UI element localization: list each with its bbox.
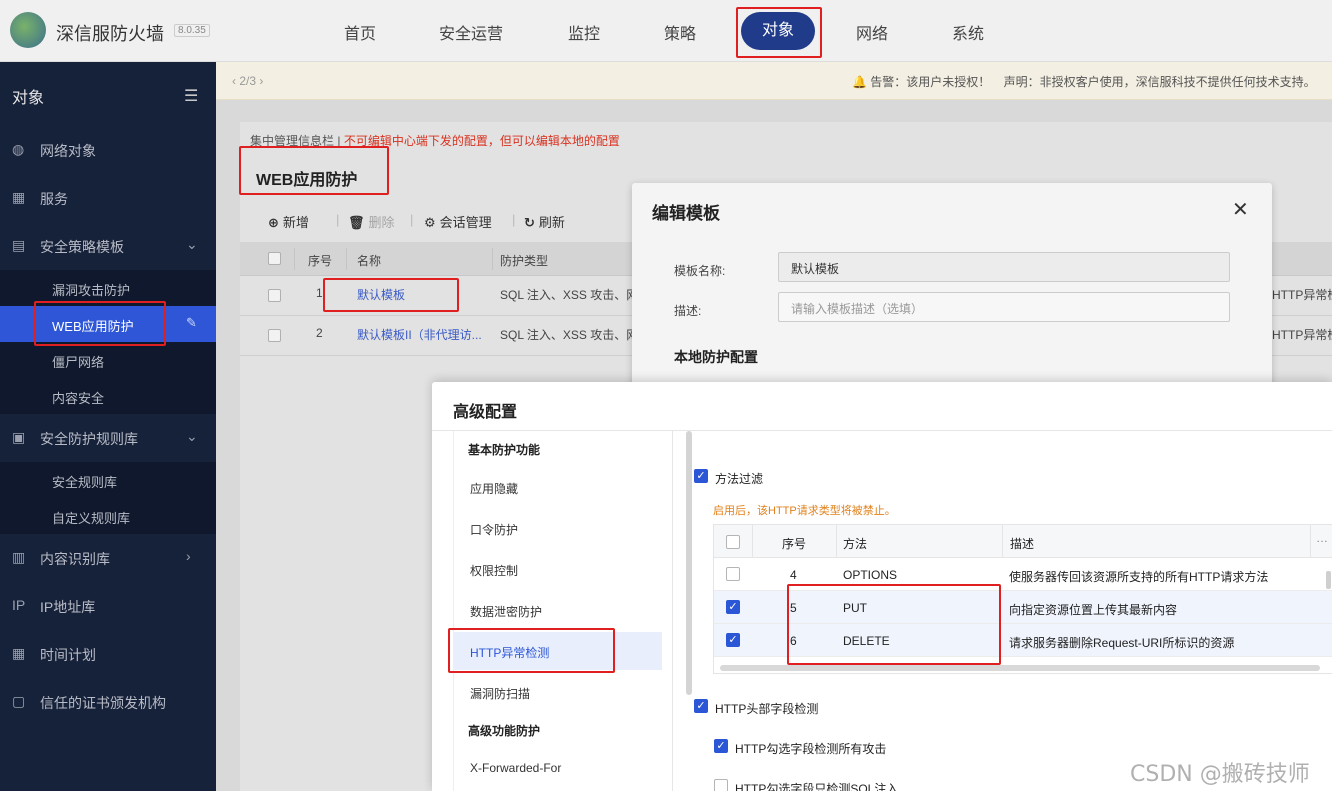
rules-icon: ▣ [12, 429, 26, 445]
highlight-box [239, 146, 389, 195]
sidebar-item-rule-library[interactable]: ▣ 安全防护规则库 ⌄ [0, 418, 216, 458]
watermark: CSDN @搬砖技师 [1130, 762, 1310, 787]
template-name-input[interactable]: 默认模板 [778, 252, 1230, 282]
row-checkbox[interactable] [268, 289, 281, 302]
close-icon[interactable]: ✕ [1232, 197, 1249, 222]
content-icon: ▥ [12, 549, 26, 565]
nav-data-leak[interactable]: 数据泄密防护 [454, 591, 662, 629]
check-sql-only-checkbox[interactable] [714, 779, 728, 791]
sidebar-item-schedule[interactable]: ▦ 时间计划 [0, 634, 216, 674]
nav-system[interactable]: 系统 [952, 20, 984, 44]
globe-icon: ◍ [12, 141, 25, 157]
nav-x-forwarded-for[interactable]: X-Forwarded-For [454, 749, 662, 787]
chevron-down-icon: ⌄ [186, 428, 198, 444]
delete-button[interactable]: 🗑 删除 [348, 212, 395, 231]
calendar-icon: ▦ [12, 645, 26, 661]
select-all-checkbox[interactable] [268, 252, 281, 265]
nav-policy[interactable]: 策略 [664, 20, 696, 44]
description-label: 描述: [674, 304, 702, 318]
version-badge: 8.0.35 [174, 24, 210, 37]
collapse-menu-icon[interactable]: ☰ [184, 86, 198, 106]
bell-icon: 🔔 [852, 75, 867, 89]
nav-password-protection[interactable]: 口令防护 [454, 509, 662, 547]
ip-icon: IP [12, 597, 26, 613]
nav-security-ops[interactable]: 安全运营 [439, 20, 503, 44]
dialog-title: 高级配置 [453, 404, 518, 421]
sidebar: 对象 ☰ ◍ 网络对象 ▦ 服务 ▤ 安全策略模板 ⌄ 漏洞攻击防护 WEB应用… [0, 62, 216, 791]
nav-app-hiding[interactable]: 应用隐藏 [454, 468, 662, 506]
refresh-button[interactable]: ↻ 刷新 [524, 212, 565, 231]
check-all-attacks-label: HTTP勾选字段检测所有攻击 [735, 742, 887, 756]
pin-icon[interactable]: ✎ [186, 315, 197, 331]
sidebar-item-trusted-ca[interactable]: ▢ 信任的证书颁发机构 [0, 682, 216, 722]
local-config-heading: 本地防护配置 [674, 349, 758, 365]
sidebar-item-services[interactable]: ▦ 服务 [0, 178, 216, 218]
sidebar-item-network-objects[interactable]: ◍ 网络对象 [0, 130, 216, 170]
edit-template-dialog: 编辑模板 ✕ 模板名称: 默认模板 描述: 请输入模板描述（选填） 本地防护配置 [632, 183, 1272, 403]
sidebar-item-content-security[interactable]: 内容安全 [0, 378, 216, 414]
nav-monitor[interactable]: 监控 [568, 20, 600, 44]
more-icon[interactable]: … [1316, 531, 1328, 545]
row-checkbox[interactable]: ✓ [726, 633, 740, 647]
grid-icon: ▦ [12, 189, 26, 205]
sidebar-item-botnet[interactable]: 僵尸网络 [0, 342, 216, 378]
sidebar-item-security-rules[interactable]: 安全规则库 [0, 462, 216, 498]
cert-icon: ▢ [12, 693, 26, 709]
sidebar-item-content-id[interactable]: ▥ 内容识别库 › [0, 538, 216, 578]
method-filter-checkbox[interactable]: ✓ [694, 469, 708, 483]
row-checkbox[interactable] [726, 567, 740, 581]
template-name-label: 模板名称: [674, 264, 726, 278]
sidebar-item-security-templates[interactable]: ▤ 安全策略模板 ⌄ [0, 226, 216, 266]
check-sql-only-label: HTTP勾选字段只检测SQL注入 [735, 782, 899, 791]
nav-vuln-scan[interactable]: 漏洞防扫描 [454, 673, 662, 711]
brand-name: 深信服防火墙 [56, 24, 164, 44]
row-checkbox[interactable]: ✓ [726, 600, 740, 614]
sidebar-title: 对象 [12, 90, 45, 107]
method-filter-label: 方法过滤 [715, 472, 764, 486]
group-advanced: 高级功能防护 [468, 724, 541, 738]
description-input[interactable]: 请输入模板描述（选填） [778, 292, 1230, 322]
add-button[interactable]: ⊕ 新增 [268, 212, 309, 231]
highlight-box [323, 278, 459, 312]
group-basic: 基本防护功能 [468, 443, 541, 457]
pager[interactable]: ‹ 2/3 › [232, 74, 263, 88]
highlight-box [736, 7, 822, 58]
nav-home[interactable]: 首页 [344, 20, 376, 44]
nav-scrollbar[interactable] [686, 431, 692, 695]
template-name-link[interactable]: 默认模板II（非代理访... [357, 326, 482, 343]
template-icon: ▤ [12, 237, 26, 253]
trash-icon: 🗑 [348, 215, 365, 230]
vertical-scrollbar[interactable] [1326, 571, 1331, 589]
session-manage-button[interactable]: ⚙ 会话管理 [424, 212, 492, 231]
highlight-box [448, 628, 615, 673]
gear-icon: ⚙ [424, 215, 436, 230]
select-all-checkbox[interactable] [726, 535, 740, 549]
highlight-box [34, 301, 166, 346]
header-field-check-checkbox[interactable]: ✓ [694, 699, 708, 713]
sidebar-item-ip-library[interactable]: IP IP地址库 [0, 586, 216, 626]
refresh-icon: ↻ [524, 215, 535, 230]
chevron-down-icon: ⌄ [186, 236, 198, 252]
nav-access-control[interactable]: 权限控制 [454, 550, 662, 588]
plus-icon: ⊕ [268, 215, 279, 230]
table-header: 序号 方法 描述 … [714, 525, 1332, 558]
license-warning: 🔔 告警：该用户未授权！ 声明：非授权客户使用，深信服科技不提供任何技术支持。 [852, 75, 1316, 89]
brand-logo-icon [10, 12, 46, 48]
config-nav: 基本防护功能 应用隐藏 口令防护 权限控制 数据泄密防护 HTTP异常检测 漏洞… [453, 431, 692, 791]
method-filter-hint: 启用后，该HTTP请求类型将被禁止。 [713, 505, 896, 517]
notice-bar: ‹ 2/3 › 🔔 告警：该用户未授权！ 声明：非授权客户使用，深信服科技不提供… [216, 62, 1332, 100]
nav-network[interactable]: 网络 [856, 20, 888, 44]
dialog-title: 编辑模板 [652, 204, 720, 223]
header-field-check-label: HTTP头部字段检测 [715, 702, 819, 716]
top-bar: 深信服防火墙 8.0.35 首页 安全运营 监控 策略 对象 网络 系统 [0, 0, 1332, 62]
horizontal-scrollbar[interactable] [720, 665, 1320, 671]
row-checkbox[interactable] [268, 329, 281, 342]
highlight-box [787, 584, 1001, 665]
check-all-attacks-checkbox[interactable]: ✓ [714, 739, 728, 753]
chevron-right-icon: › [186, 548, 191, 564]
sidebar-item-custom-rules[interactable]: 自定义规则库 [0, 498, 216, 534]
